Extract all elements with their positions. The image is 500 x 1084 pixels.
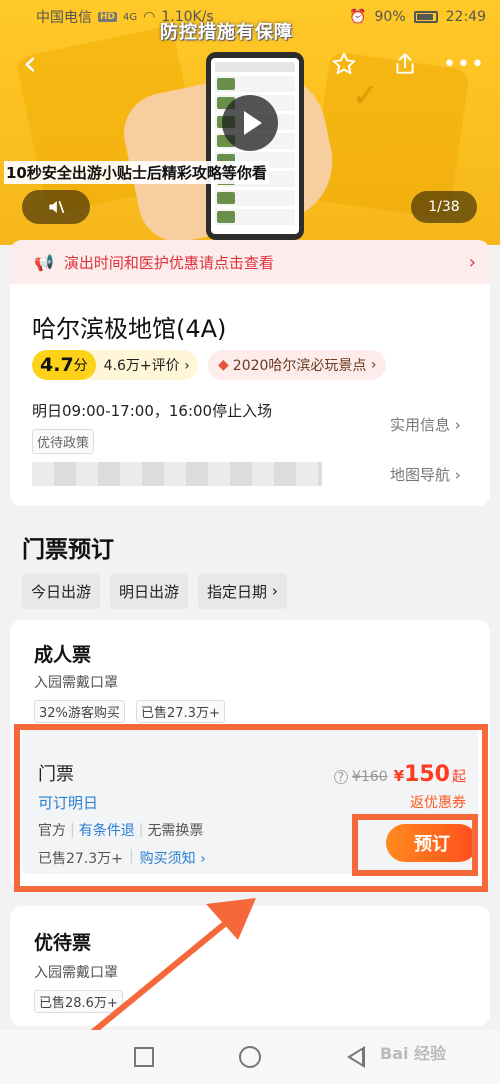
home-icon[interactable] [237, 1044, 263, 1070]
annotation-arrow [63, 898, 256, 1057]
back-nav-icon[interactable] [343, 1044, 369, 1070]
recents-icon[interactable] [131, 1044, 157, 1070]
watermark: Bai 经验 [380, 1044, 447, 1063]
